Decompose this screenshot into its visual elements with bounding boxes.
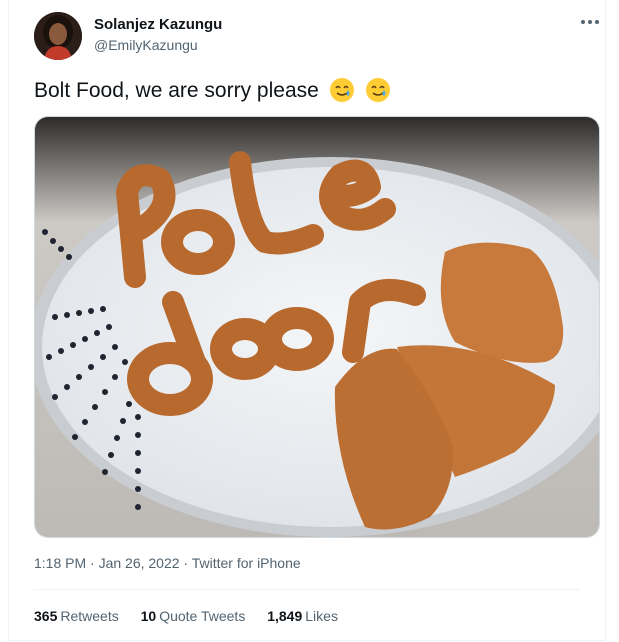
more-options-icon[interactable] xyxy=(577,12,603,32)
quote-tweets-stat[interactable]: 10 Quote Tweets xyxy=(141,608,246,624)
retweets-count: 365 xyxy=(34,608,58,624)
tweet-photo[interactable] xyxy=(34,116,600,538)
likes-label: Likes xyxy=(305,608,338,624)
avatar-image xyxy=(34,12,82,60)
photo-plate-with-mandazi xyxy=(35,117,599,537)
likes-count: 1,849 xyxy=(267,608,303,624)
smiling-face-with-tear-icon xyxy=(329,78,354,102)
author-name[interactable]: Solanjez Kazungu xyxy=(94,16,222,33)
tweet-text: Bolt Food, we are sorry please xyxy=(34,77,391,103)
divider xyxy=(34,589,580,590)
quote-tweets-label: Quote Tweets xyxy=(159,608,246,624)
tweet-card: Solanjez Kazungu @EmilyKazungu Bolt Food… xyxy=(8,0,606,641)
quote-tweets-count: 10 xyxy=(140,608,157,624)
smiling-face-with-tear-icon xyxy=(365,78,390,102)
tweet-timestamp[interactable]: 1:18 PM · Jan 26, 2022 · Twitter for iPh… xyxy=(34,555,301,571)
avatar[interactable] xyxy=(34,12,82,60)
author-handle[interactable]: @EmilyKazungu xyxy=(94,37,198,53)
tweet-text-content: Bolt Food, we are sorry please xyxy=(34,79,319,102)
likes-stat[interactable]: 1,849 Likes xyxy=(267,608,338,624)
retweets-stat[interactable]: 365 Retweets xyxy=(34,608,119,624)
retweets-label: Retweets xyxy=(60,608,119,624)
tweet-stats: 365 Retweets 10 Quote Tweets 1,849 Likes xyxy=(34,608,356,624)
